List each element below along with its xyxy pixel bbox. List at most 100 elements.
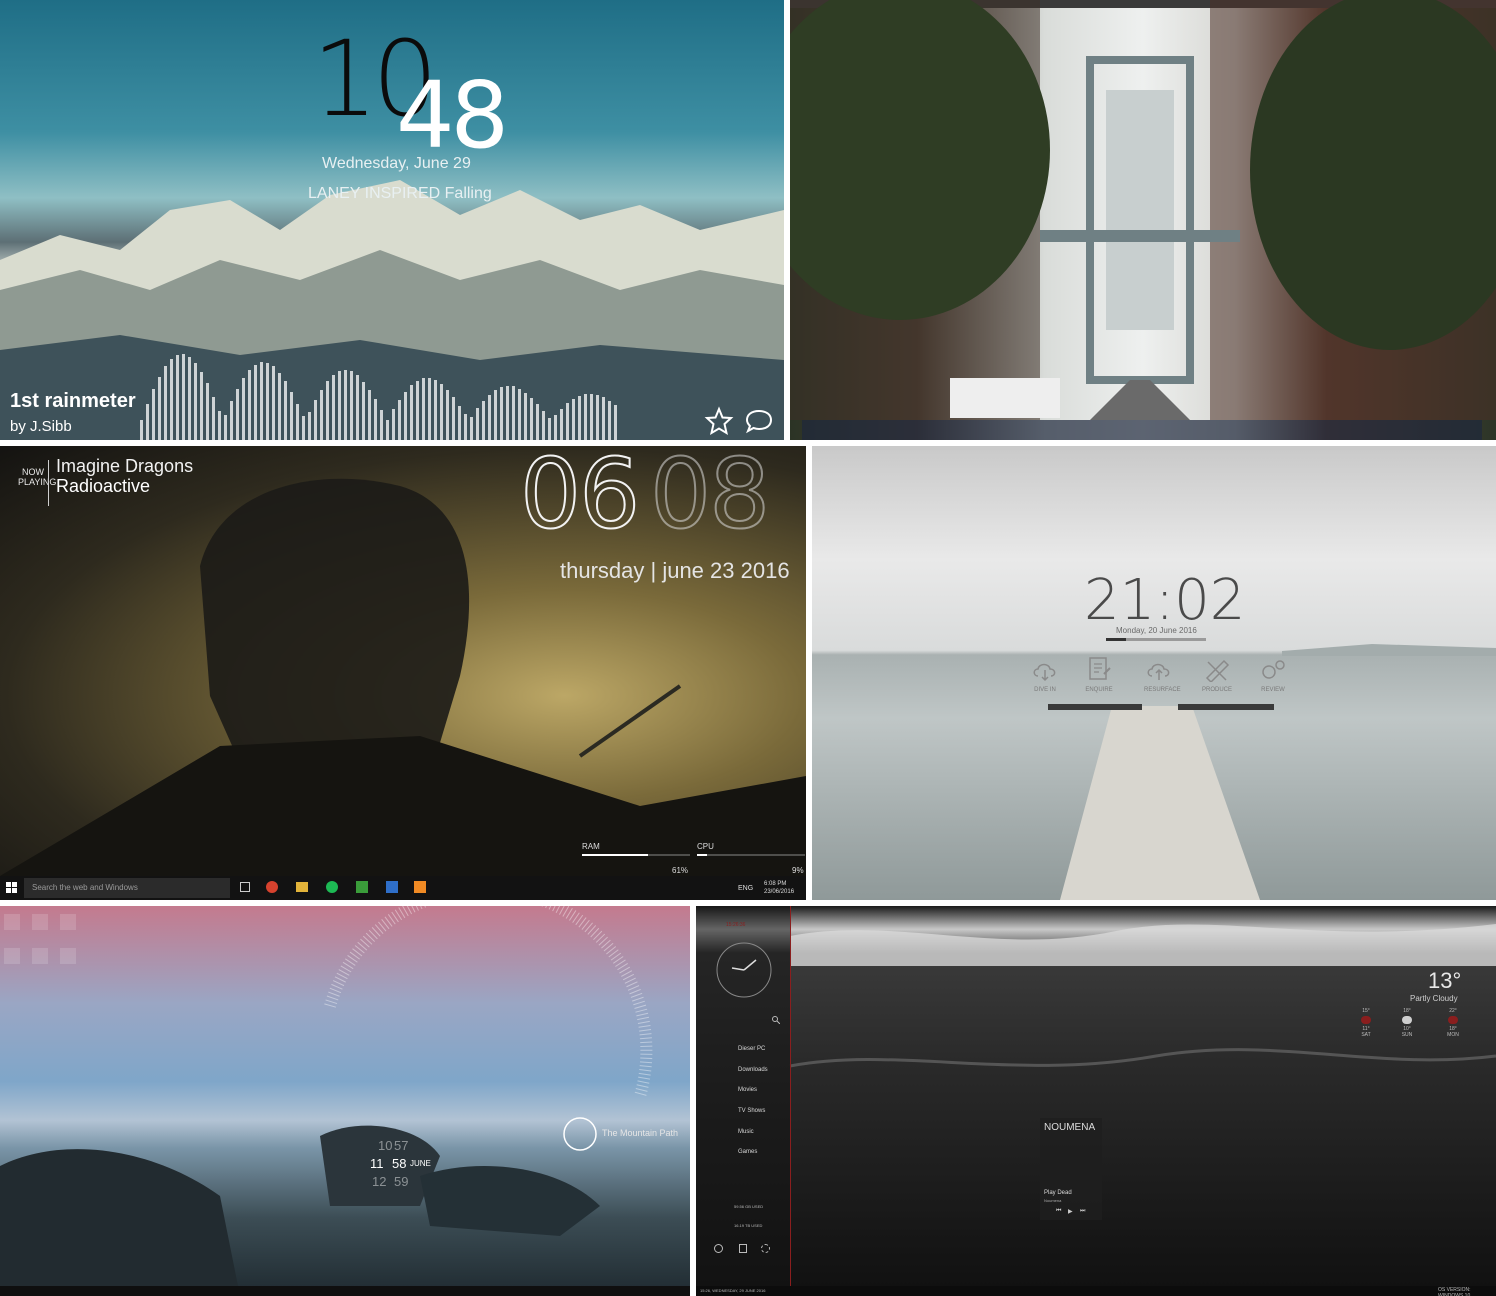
- visualizer-bar: [230, 401, 233, 440]
- launcher-icon[interactable]: [60, 948, 76, 964]
- ram-label: RAM: [582, 842, 600, 851]
- visualizer-bar: [320, 390, 323, 440]
- visualizer-bar: [452, 397, 455, 440]
- action-review[interactable]: REVIEW: [1258, 658, 1288, 693]
- clock-date: Monday, 20 June 2016: [1116, 626, 1197, 635]
- launcher-icon[interactable]: [4, 914, 20, 930]
- sun-cloud-icon: [1402, 1016, 1412, 1024]
- visualizer-bar: [494, 390, 497, 440]
- visualizer-bar: [566, 403, 569, 440]
- action-dive-in[interactable]: DIVE IN: [1030, 658, 1060, 693]
- spotify-icon[interactable]: [326, 881, 338, 893]
- visualizer-bar: [260, 362, 263, 440]
- windows-start-icon[interactable]: [6, 882, 18, 894]
- caption-title[interactable]: 1st rainmeter: [10, 390, 136, 413]
- menu-item-music[interactable]: Music: [738, 1129, 754, 1135]
- visualizer-bar: [164, 366, 167, 440]
- wallpaper-tile-mountains[interactable]: 10 48 Wednesday, June 29 LANEY INSPIRED …: [0, 0, 784, 440]
- visualizer-bar: [470, 417, 473, 440]
- visualizer-bar: [398, 400, 401, 440]
- day-progress-fill: [1106, 638, 1126, 641]
- folder-icon[interactable]: [296, 882, 308, 892]
- menu-item-pc[interactable]: Dieser PC: [738, 1046, 765, 1052]
- visualizer-bar: [200, 372, 203, 440]
- lock-icon[interactable]: [739, 1244, 747, 1253]
- forecast-temp: 18°: [1403, 1008, 1411, 1014]
- wallpaper-tile-robot[interactable]: NOW PLAYING Imagine Dragons Radioactive …: [0, 446, 806, 900]
- visualizer-bar: [542, 411, 545, 440]
- cpu-meter: [697, 854, 805, 856]
- visualizer-bar: [506, 386, 509, 440]
- menu-item-movies[interactable]: Movies: [738, 1087, 757, 1093]
- launcher-icon[interactable]: [60, 914, 76, 930]
- clock-date: Wednesday, June 29: [322, 155, 471, 172]
- gears-icon: [1262, 660, 1285, 679]
- ram-value: 61%: [672, 866, 689, 875]
- visualizer-bar: [302, 416, 305, 440]
- caption-author[interactable]: by J.Sibb: [10, 418, 72, 435]
- analog-clock: [716, 942, 772, 998]
- visualizer-bar: [410, 385, 413, 440]
- next-icon[interactable]: ⏭: [1080, 1208, 1085, 1215]
- menu-item-downloads[interactable]: Downloads: [738, 1067, 768, 1073]
- action-label: RESURFACE: [1144, 687, 1181, 693]
- taskbar-search-input[interactable]: Search the web and Windows: [24, 878, 230, 898]
- now-playing-track: Radioactive: [56, 476, 151, 496]
- action-produce[interactable]: PRODUCE: [1202, 656, 1232, 693]
- chrome-icon[interactable]: [266, 881, 278, 893]
- forecast-day-label: SUN: [1401, 1032, 1413, 1038]
- taskbar: [696, 1286, 1496, 1296]
- wallpaper-tile-sea[interactable]: 15:26:36 Dieser PC Downloads Movies TV S…: [696, 906, 1496, 1296]
- forecast-day-label: MON: [1447, 1032, 1459, 1038]
- star-icon[interactable]: [704, 406, 734, 436]
- cloud-download-icon: [1033, 663, 1056, 682]
- cpu-value: 9%: [792, 866, 804, 875]
- visualizer-bar: [206, 383, 209, 440]
- visualizer-bar: [278, 373, 281, 440]
- mac-dock[interactable]: [802, 420, 1482, 440]
- forecast-temp: 22°: [1449, 1008, 1457, 1014]
- launcher-icon[interactable]: [4, 948, 20, 964]
- wallpaper-tile-bridge[interactable]: [790, 0, 1496, 440]
- visualizer-bar: [272, 366, 275, 440]
- visualizer-bar: [548, 418, 551, 440]
- menu-item-games[interactable]: Games: [738, 1149, 757, 1155]
- wallpaper-tile-pier[interactable]: 21:02 Monday, 20 June 2016 DIVE IN ENQUI…: [812, 446, 1496, 900]
- play-icon[interactable]: ▶: [1068, 1208, 1073, 1215]
- storage-c: 59.56 GB USED: [734, 1204, 764, 1209]
- tray-clock[interactable]: 6:08 PM 23/06/2016: [764, 880, 794, 896]
- power-icon[interactable]: [714, 1244, 723, 1253]
- clock-hour: 11: [370, 1156, 384, 1171]
- app-icon[interactable]: [356, 881, 368, 893]
- task-view-icon[interactable]: [240, 882, 250, 892]
- visualizer-bar: [476, 408, 479, 440]
- tray-language[interactable]: ENG: [738, 885, 753, 892]
- action-enquire[interactable]: ENQUIRE: [1084, 656, 1114, 693]
- search-icon[interactable]: [772, 1016, 780, 1024]
- visualizer-bar: [266, 363, 269, 440]
- visualizer-bar: [614, 405, 617, 440]
- visualizer-bar: [458, 406, 461, 440]
- now-playing-text: LANEY INSPIRED Falling: [308, 185, 492, 202]
- visualizer-bar: [338, 371, 341, 440]
- visualizer-bar: [362, 382, 365, 440]
- app-icon[interactable]: [414, 881, 426, 893]
- now-playing-artist: Imagine Dragons: [56, 456, 194, 476]
- forecast-day: 15° 11° SAT: [1356, 1008, 1376, 1038]
- app-icon[interactable]: [386, 881, 398, 893]
- weather-temp: 13°: [1428, 968, 1462, 993]
- visualizer-bar: [602, 397, 605, 440]
- visualizer-bar: [158, 377, 161, 440]
- launcher-icon[interactable]: [32, 914, 48, 930]
- launcher-icon[interactable]: [32, 948, 48, 964]
- comment-icon[interactable]: [744, 406, 774, 436]
- now-playing-divider: [48, 460, 49, 506]
- menu-item-tv-shows[interactable]: TV Shows: [738, 1108, 765, 1114]
- visualizer-bar: [488, 395, 491, 440]
- previous-icon[interactable]: ⏮: [1056, 1208, 1061, 1215]
- wallpaper-tile-coast[interactable]: 10 11 12 57 58 59 JUNE The Mountain Path: [0, 906, 690, 1296]
- action-resurface[interactable]: RESURFACE: [1144, 658, 1181, 693]
- restart-icon[interactable]: [761, 1244, 770, 1253]
- music-player: [1040, 1118, 1102, 1220]
- rain-icon: [1361, 1016, 1371, 1024]
